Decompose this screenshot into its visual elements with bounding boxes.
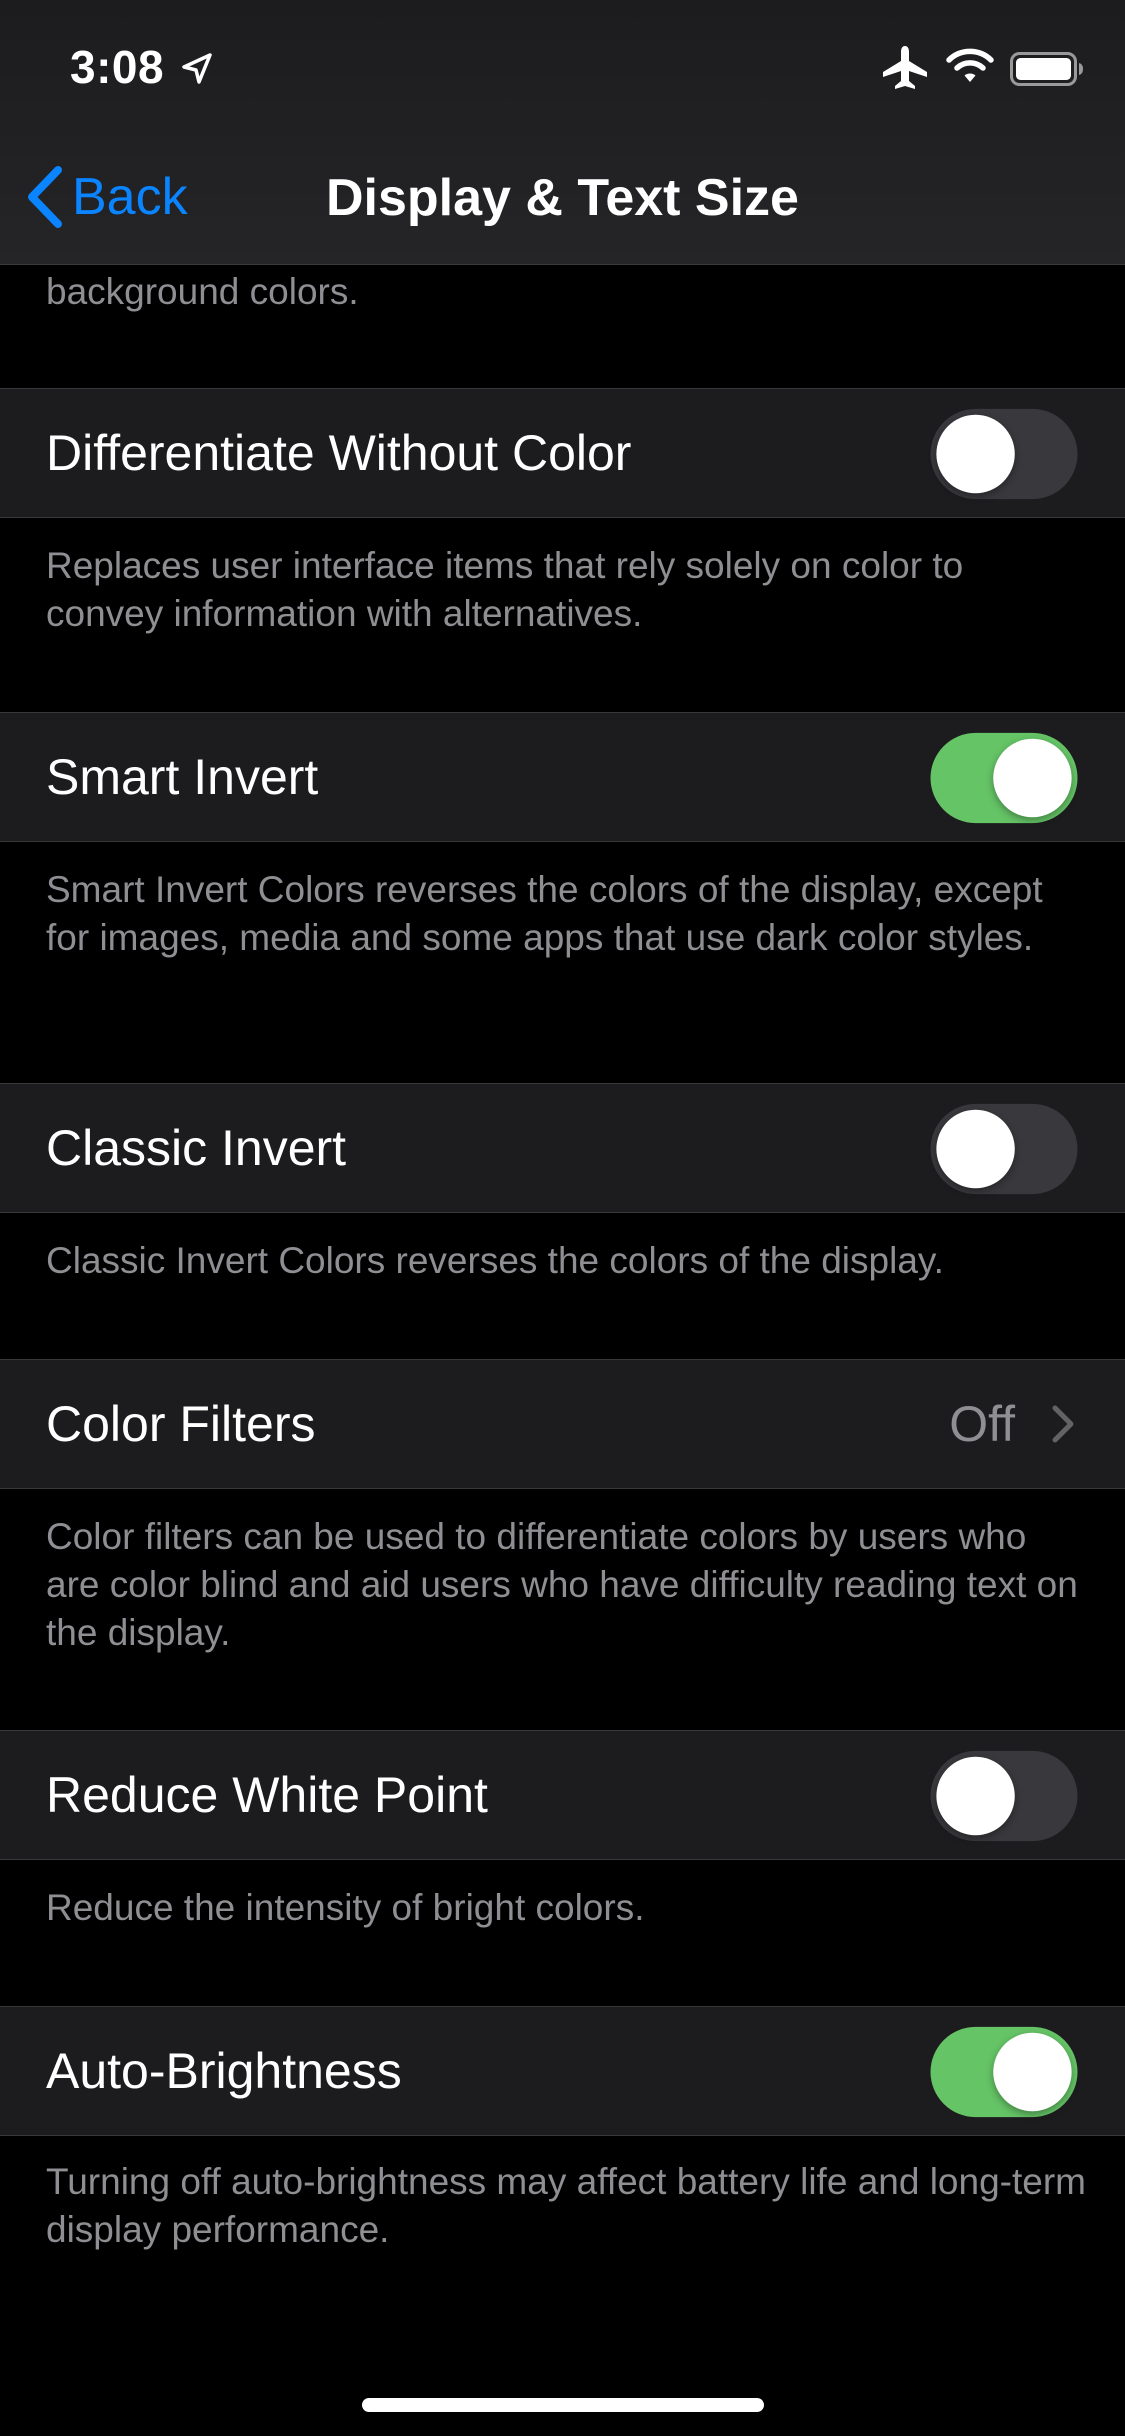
- reduce-white-point-toggle[interactable]: [930, 1750, 1078, 1842]
- section-footer: Reduce the intensity of bright colors.: [46, 1887, 645, 1928]
- row-label: Color Filters: [46, 1396, 316, 1452]
- home-indicator[interactable]: [362, 2398, 764, 2412]
- toggle-knob: [936, 1756, 1015, 1836]
- smart-invert-toggle[interactable]: [930, 732, 1078, 824]
- section-footer-partial: background colors.: [46, 271, 359, 312]
- airplane-icon: [883, 46, 927, 89]
- differentiate-without-color-toggle[interactable]: [930, 408, 1078, 500]
- section-footer: Smart Invert Colors reverses the colors …: [46, 869, 1043, 958]
- section-footer: Color filters can be used to differentia…: [46, 1516, 1078, 1653]
- chevron-right-icon: [1052, 1405, 1074, 1443]
- section-footer: Classic Invert Colors reverses the color…: [46, 1240, 944, 1281]
- classic-invert-toggle[interactable]: [930, 1103, 1078, 1195]
- auto-brightness-toggle[interactable]: [930, 2026, 1078, 2118]
- toggle-knob: [936, 414, 1015, 494]
- page-title: Display & Text Size: [326, 169, 799, 227]
- row-reduce-white-point: Reduce White Point: [0, 1730, 1125, 1860]
- row-smart-invert: Smart Invert: [0, 712, 1125, 842]
- section-footer: Replaces user interface items that rely …: [46, 545, 964, 634]
- toggle-knob: [993, 738, 1072, 818]
- row-color-filters[interactable]: Color Filters Off: [0, 1359, 1125, 1489]
- toggle-knob: [936, 1109, 1015, 1189]
- status-time: 3:08: [70, 41, 165, 93]
- row-differentiate-without-color: Differentiate Without Color: [0, 388, 1125, 518]
- navigation-header: 3:08 Back Display & Text Size: [0, 0, 1125, 265]
- row-label: Reduce White Point: [46, 1767, 488, 1823]
- color-filters-value: Off: [949, 1396, 1015, 1452]
- row-label: Auto-Brightness: [46, 2043, 402, 2099]
- row-label: Smart Invert: [46, 749, 319, 805]
- row-label: Differentiate Without Color: [46, 425, 632, 481]
- row-auto-brightness: Auto-Brightness: [0, 2006, 1125, 2136]
- toggle-knob: [993, 2032, 1072, 2112]
- row-classic-invert: Classic Invert: [0, 1083, 1125, 1213]
- section-footer: Turning off auto-brightness may affect b…: [46, 2161, 1086, 2250]
- row-label: Classic Invert: [46, 1120, 347, 1176]
- wifi-icon: [946, 48, 994, 82]
- location-arrow-icon: [182, 53, 212, 84]
- battery-icon: [1010, 52, 1083, 86]
